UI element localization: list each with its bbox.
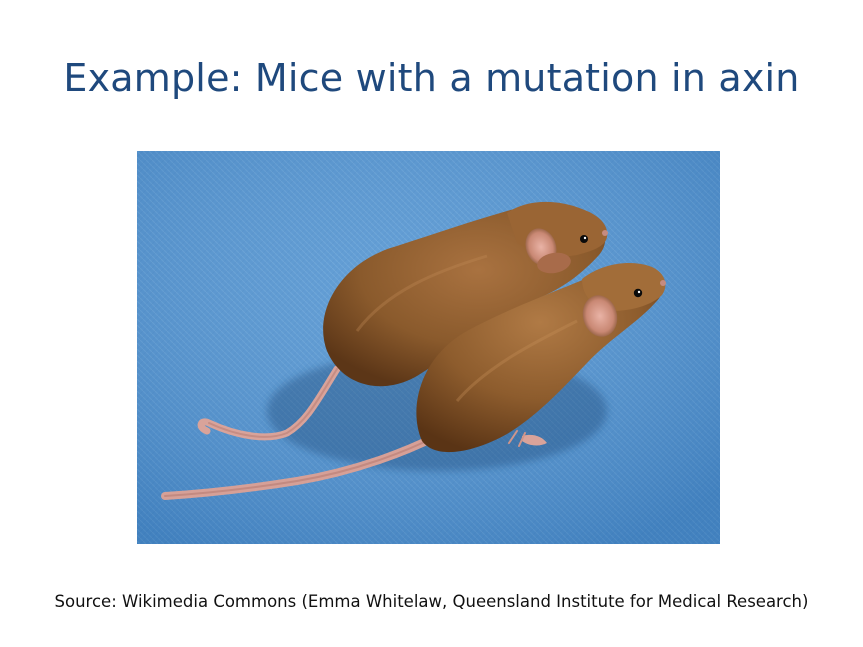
mice-photo (137, 151, 720, 544)
slide-title: Example: Mice with a mutation in axin (63, 56, 800, 100)
mouse-eye-lower (633, 288, 643, 298)
source-caption: Source: Wikimedia Commons (Emma Whitelaw… (54, 592, 809, 611)
mouse-eye-upper (580, 235, 588, 243)
